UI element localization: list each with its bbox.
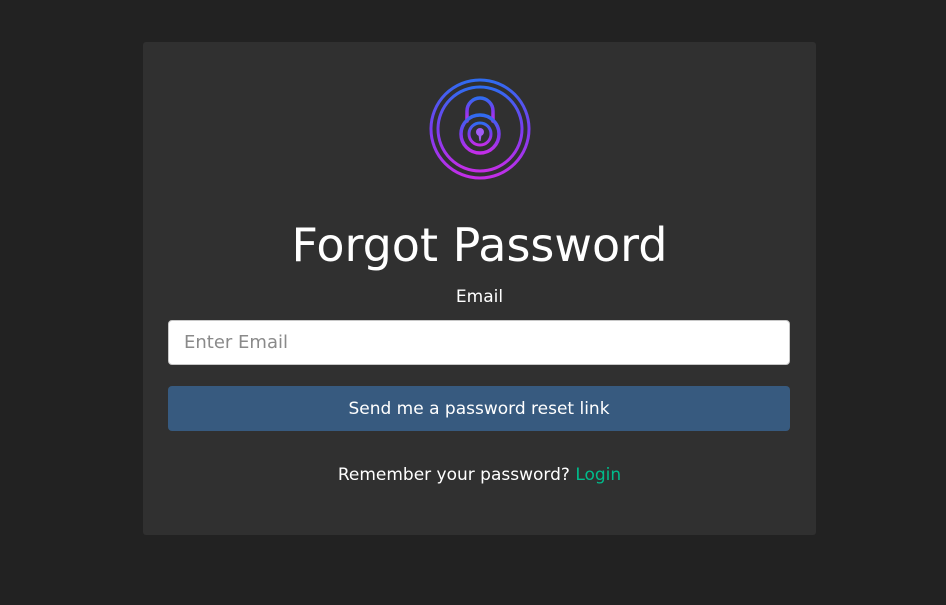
email-label: Email: [455, 287, 504, 307]
remember-password-text: Remember your password?: [337, 465, 570, 485]
padlock-icon: [429, 78, 531, 180]
page-title: Forgot Password: [291, 218, 668, 272]
email-field[interactable]: [168, 320, 790, 365]
login-link[interactable]: Login: [575, 465, 621, 485]
send-reset-link-button[interactable]: Send me a password reset link: [168, 386, 790, 431]
forgot-password-card: Forgot Password Email Send me a password…: [143, 42, 816, 535]
remember-password-row: Remember your password? Login: [143, 463, 816, 487]
